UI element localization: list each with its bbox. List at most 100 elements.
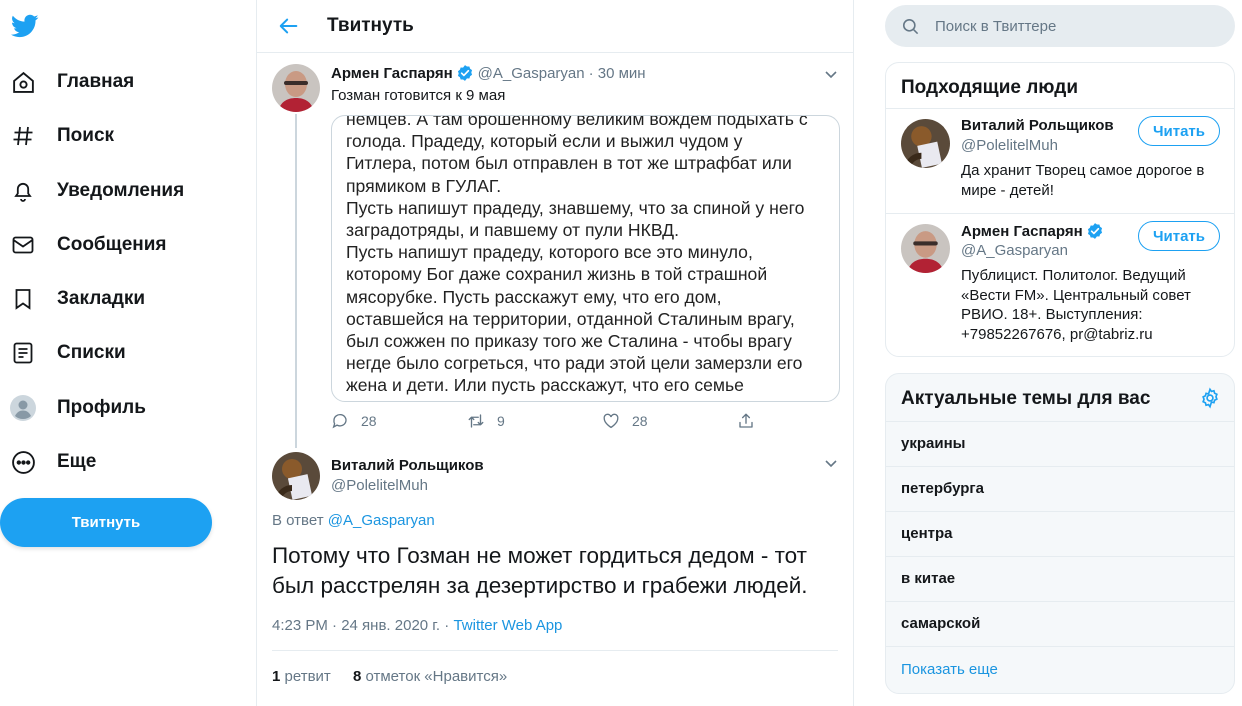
image-line: был сожжен по приказу того же Сталина - … [346, 331, 792, 352]
main-header: Твитнуть [257, 0, 853, 53]
reply-count: 28 [361, 413, 377, 429]
nav-item-profile[interactable]: Профиль [10, 388, 146, 428]
reply-icon [332, 413, 347, 429]
image-text: немцев. А там брошенному великим вождем … [346, 115, 826, 397]
retweet-stat-label: ретвит [284, 668, 331, 685]
list-icon [10, 340, 36, 366]
reply-to-link[interactable]: @A_Gasparyan [328, 512, 435, 529]
trend-item[interactable]: украины [886, 421, 1234, 466]
search-input[interactable] [935, 17, 1215, 35]
retweet-stat[interactable]: 1 ретвит [272, 668, 331, 685]
nav-item-notifications[interactable]: Уведомления [10, 171, 184, 211]
main-column: Твитнуть Армен Гаспарян @A_Gasparyan · 3… [256, 0, 854, 706]
trend-item[interactable]: в китае [886, 556, 1234, 601]
retweet-stat-count: 1 [272, 668, 281, 685]
share-icon [739, 413, 753, 428]
follow-button[interactable]: Читать [1138, 116, 1220, 146]
user-handle: @PolelitelMuh [961, 137, 1058, 154]
trend-item[interactable]: петербурга [886, 466, 1234, 511]
user-name: Виталий Рольщиков [961, 117, 1114, 134]
hash-icon [10, 123, 36, 149]
nav-label: Поиск [57, 125, 115, 146]
tweet-meta: 4:23 PM · 24 янв. 2020 г. · Twitter Web … [272, 617, 562, 634]
author-name[interactable]: Виталий Рольщиков [331, 457, 484, 474]
tweet-image[interactable]: немцев. А там брошенному великим вождем … [331, 115, 840, 402]
thread-line [295, 114, 297, 448]
user-bio: Да хранит Творец самое дорогое в мире - … [961, 162, 1205, 199]
nav-item-lists[interactable]: Списки [10, 333, 126, 373]
tweet-source-link[interactable]: Twitter Web App [453, 617, 562, 634]
like-button[interactable]: 28 [602, 412, 648, 430]
divider [886, 646, 1234, 647]
more-icon [10, 449, 36, 475]
user-bio: Публицист. Политолог. Ведущий «Вести FM»… [961, 267, 1191, 344]
reply-button[interactable]: 28 [331, 412, 377, 430]
image-line: жена и дети. Или пусть расскажут, что ег… [346, 375, 744, 396]
author-name[interactable]: Армен Гаспарян [331, 65, 453, 82]
like-stat-count: 8 [352, 668, 362, 685]
trend-item[interactable]: самарской [886, 601, 1234, 646]
avatar[interactable] [901, 224, 950, 273]
user-name: Армен Гаспарян [961, 222, 1104, 240]
image-line: Пусть напишут прадеду, знавшему, что за … [346, 197, 805, 218]
gear-icon[interactable] [1199, 387, 1221, 409]
nav-item-explore[interactable]: Поиск [10, 116, 114, 156]
tweet-timestamp[interactable]: 4:23 PM · 24 янв. 2020 г. · [272, 617, 453, 634]
image-line: мясорубке. Пусть расскажут ему, что его … [346, 286, 722, 307]
twitter-logo-icon[interactable] [10, 12, 40, 40]
tweet-actions: 28 9 28 [331, 412, 771, 434]
trend-label: центра [901, 525, 953, 542]
back-arrow-icon[interactable] [275, 12, 303, 40]
image-line: Гитлера, потом был отправлен в тот же шт… [346, 153, 792, 174]
verified-badge-icon [457, 65, 472, 81]
suggested-user[interactable]: Армен Гаспарян @A_Gasparyan Публицист. П… [886, 213, 1234, 356]
avatar[interactable] [901, 119, 950, 168]
nav-item-more[interactable]: Еще [10, 442, 96, 482]
avatar[interactable] [272, 452, 320, 500]
like-stat-label: отметок «Нравится» [365, 668, 508, 685]
search-icon [902, 18, 919, 34]
follow-button[interactable]: Читать [1138, 221, 1220, 251]
compose-tweet-button[interactable]: Твитнуть [0, 498, 212, 547]
image-line: прямиком в ГУЛАГ. [346, 175, 502, 196]
nav-label: Еще [57, 451, 97, 472]
nav-item-home[interactable]: Главная [10, 62, 134, 102]
trend-label: украины [901, 435, 966, 452]
avatar[interactable] [272, 64, 320, 112]
share-button[interactable] [737, 412, 755, 430]
trend-label: в китае [901, 570, 956, 587]
search-box[interactable] [885, 5, 1235, 47]
chevron-down-icon[interactable] [823, 455, 839, 471]
trend-label: самарской [901, 615, 981, 632]
image-line: заградотряды, и павшему от пули НКВД. [346, 220, 679, 241]
trends-card: Актуальные темы для вас украины петербур… [885, 373, 1235, 694]
envelope-icon [10, 232, 36, 258]
divider [272, 650, 838, 651]
show-more-link[interactable]: Показать еще [901, 661, 998, 678]
user-handle: @A_Gasparyan [961, 242, 1068, 259]
retweet-button[interactable]: 9 [467, 412, 505, 430]
bookmark-icon [10, 286, 36, 312]
image-line: Пусть напишут прадеду, которого все это … [346, 242, 753, 263]
who-to-follow-card: Подходящие люди Виталий Рольщиков @Polel… [885, 62, 1235, 357]
image-line: голода. Прадеду, который если и выжил чу… [346, 131, 743, 152]
nav-item-bookmarks[interactable]: Закладки [10, 279, 145, 319]
retweet-icon [468, 414, 484, 428]
tweet-time[interactable]: · 30 мин [589, 65, 646, 82]
image-line: которому Бог даже сохранил жизнь в той с… [346, 264, 768, 285]
left-nav: Главная Поиск Уведомления Сообщения Закл… [0, 0, 256, 706]
user-name-text: Виталий Рольщиков [961, 117, 1114, 134]
tweet-text: Гозман готовится к 9 мая [331, 87, 506, 104]
tweet-text: Потому что Гозман не может гордиться дед… [272, 543, 808, 598]
image-line: немцев. А там брошенному великим вождем … [346, 115, 808, 129]
like-stat[interactable]: 8 отметок «Нравится» [353, 668, 507, 685]
nav-item-messages[interactable]: Сообщения [10, 225, 167, 265]
suggested-user[interactable]: Виталий Рольщиков @PolelitelMuh Да храни… [886, 108, 1234, 213]
trend-item[interactable]: центра [886, 511, 1234, 556]
image-line: оставшейся на территории, отданной Стали… [346, 308, 795, 329]
like-count: 28 [632, 413, 648, 429]
page-title: Твитнуть [327, 15, 414, 36]
bell-icon [10, 178, 36, 204]
chevron-down-icon[interactable] [823, 66, 839, 82]
nav-label: Списки [57, 342, 126, 363]
